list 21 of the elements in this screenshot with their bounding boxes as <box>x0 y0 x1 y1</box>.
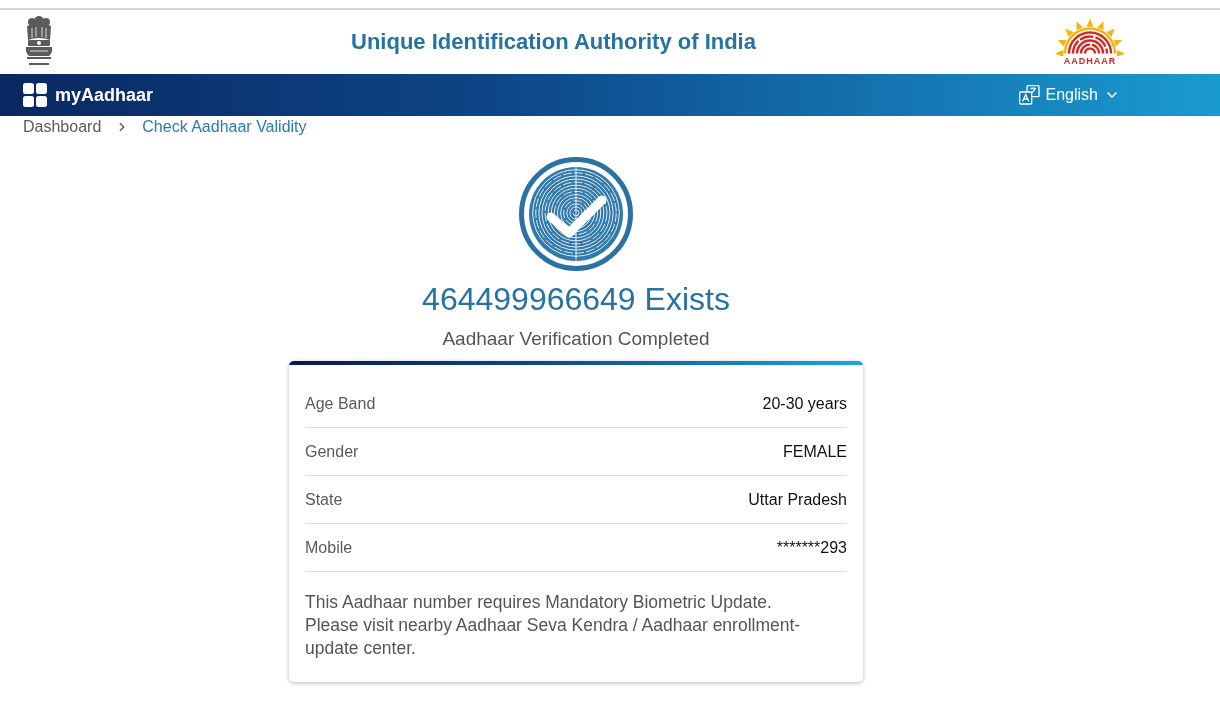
brand-name: myAadhaar <box>55 84 154 106</box>
detail-value: *******293 <box>776 538 847 557</box>
emblem-icon <box>23 16 55 68</box>
detail-value: 20-30 years <box>762 394 847 413</box>
detail-value: FEMALE <box>783 442 847 461</box>
fingerprint-check-icon <box>519 157 633 271</box>
detail-label: State <box>305 490 343 509</box>
site-title: Unique Identification Authority of India <box>350 29 757 55</box>
detail-label: Mobile <box>305 538 353 557</box>
notice-text: This Aadhaar number requires Mandatory Biometric Update. Please visit nearby Aadhaar Seva Kendra / Aadhaar enrollment-update center. <box>305 591 802 660</box>
language-button[interactable]: English <box>1018 83 1120 107</box>
translate-icon <box>1018 85 1040 105</box>
detail-label: Gender <box>305 442 359 461</box>
breadcrumb-link[interactable]: Dashboard <box>23 116 102 138</box>
detail-value: Uttar Pradesh <box>748 490 847 509</box>
detail-label: Age Band <box>305 394 376 413</box>
result-subtitle: Aadhaar Verification Completed <box>442 327 710 351</box>
breadcrumb-current: Check Aadhaar Validity <box>142 117 307 137</box>
grid-icon <box>23 83 47 107</box>
result-title: 464499966649 Exists <box>422 281 730 317</box>
logo-text: AADHAAR <box>1063 56 1117 66</box>
